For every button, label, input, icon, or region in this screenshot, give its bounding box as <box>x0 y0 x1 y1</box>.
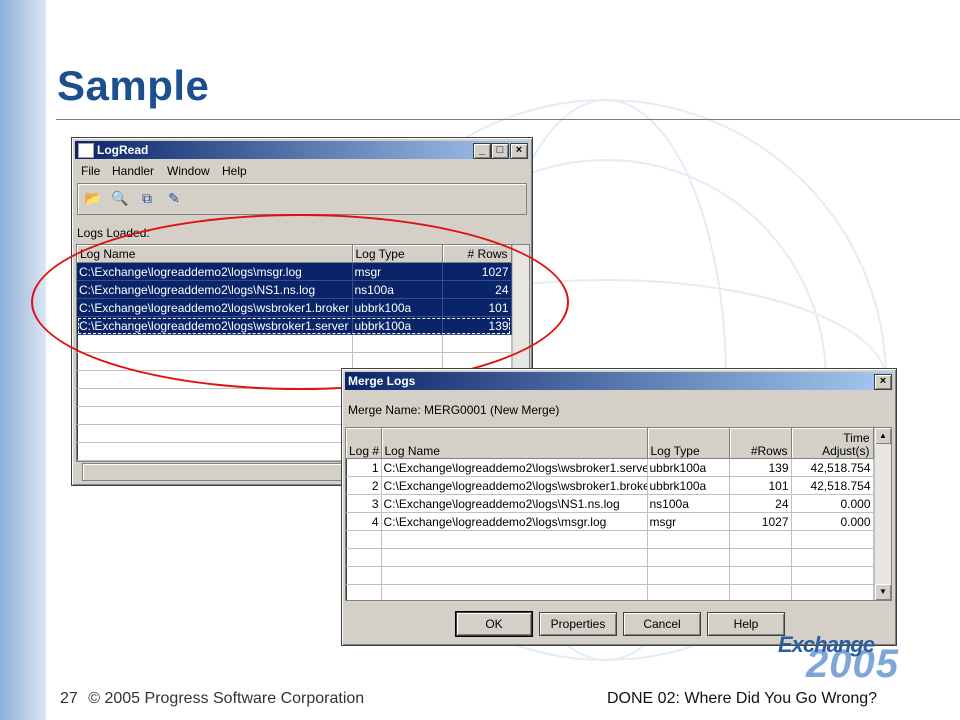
menu-help[interactable]: Help <box>222 164 247 178</box>
table-row[interactable] <box>346 530 874 549</box>
table-row[interactable] <box>346 548 874 567</box>
magnifier-icon[interactable]: 🔍 <box>109 188 131 208</box>
copyright: © 2005 Progress Software Corporation <box>88 690 365 707</box>
scroll-down-icon[interactable]: ▼ <box>875 584 891 600</box>
close-icon[interactable]: × <box>874 374 892 390</box>
page-number: 27 <box>60 690 78 707</box>
highlight-oval <box>31 214 569 390</box>
menu-window[interactable]: Window <box>167 164 210 178</box>
table-row[interactable]: 4 C:\Exchange\logreaddemo2\logs\msgr.log… <box>346 512 874 531</box>
merge-logs-dialog: Merge Logs × Merge Name: MERG0001 (New M… <box>341 368 897 646</box>
col-rows[interactable]: #Rows <box>729 428 792 459</box>
merge-vertical-scrollbar[interactable]: ▲ ▼ <box>874 428 891 600</box>
session-title: DONE 02: Where Did You Go Wrong? <box>607 690 878 707</box>
merge-logs-grid: Log # Log Name Log Type #Rows Time Adjus… <box>345 427 892 601</box>
properties-button[interactable]: Properties <box>539 612 617 636</box>
help-button[interactable]: Help <box>707 612 785 636</box>
table-row[interactable]: 3 C:\Exchange\logreaddemo2\logs\NS1.ns.l… <box>346 494 874 513</box>
merge-title: Merge Logs <box>348 374 416 388</box>
open-folder-icon[interactable]: 📂 <box>82 188 104 208</box>
status-bar <box>82 463 344 481</box>
merge-name-label: Merge Name: MERG0001 (New Merge) <box>348 403 560 417</box>
table-row[interactable] <box>346 566 874 585</box>
table-row[interactable] <box>346 584 874 600</box>
logread-title: LogRead <box>97 143 149 157</box>
merge-titlebar[interactable]: Merge Logs × <box>345 372 893 390</box>
menu-file[interactable]: File <box>81 164 100 178</box>
close-icon[interactable]: × <box>510 143 528 159</box>
title-divider <box>56 119 960 120</box>
col-time-adjust[interactable]: Time Adjust(s) <box>791 428 874 459</box>
exchange-logo-word: Exchange <box>778 632 875 657</box>
logread-menubar: File Handler Window Help <box>75 161 529 181</box>
col-log-name[interactable]: Log Name <box>381 428 648 459</box>
col-log-type[interactable]: Log Type <box>647 428 730 459</box>
table-row[interactable]: 2 C:\Exchange\logreaddemo2\logs\wsbroker… <box>346 476 874 495</box>
maximize-icon[interactable]: □ <box>491 143 509 159</box>
scroll-up-icon[interactable]: ▲ <box>875 428 891 444</box>
minimize-icon[interactable]: _ <box>473 143 491 159</box>
app-icon <box>78 143 94 158</box>
footer-left: 27 © 2005 Progress Software Corporation <box>60 690 364 708</box>
merge-icon[interactable]: ⧉ <box>136 188 158 208</box>
slide-title: Sample <box>57 62 210 109</box>
logread-titlebar[interactable]: LogRead _ □ × <box>75 141 529 159</box>
ok-button[interactable]: OK <box>455 611 533 637</box>
wizard-icon[interactable]: ✎ <box>163 188 185 208</box>
menu-handler[interactable]: Handler <box>112 164 154 178</box>
slide-left-bar <box>0 0 46 720</box>
cancel-button[interactable]: Cancel <box>623 612 701 636</box>
col-log-number[interactable]: Log # <box>346 428 382 459</box>
table-row[interactable]: 1 C:\Exchange\logreaddemo2\logs\wsbroker… <box>346 458 874 477</box>
logread-toolbar: 📂 🔍 ⧉ ✎ <box>77 183 527 215</box>
